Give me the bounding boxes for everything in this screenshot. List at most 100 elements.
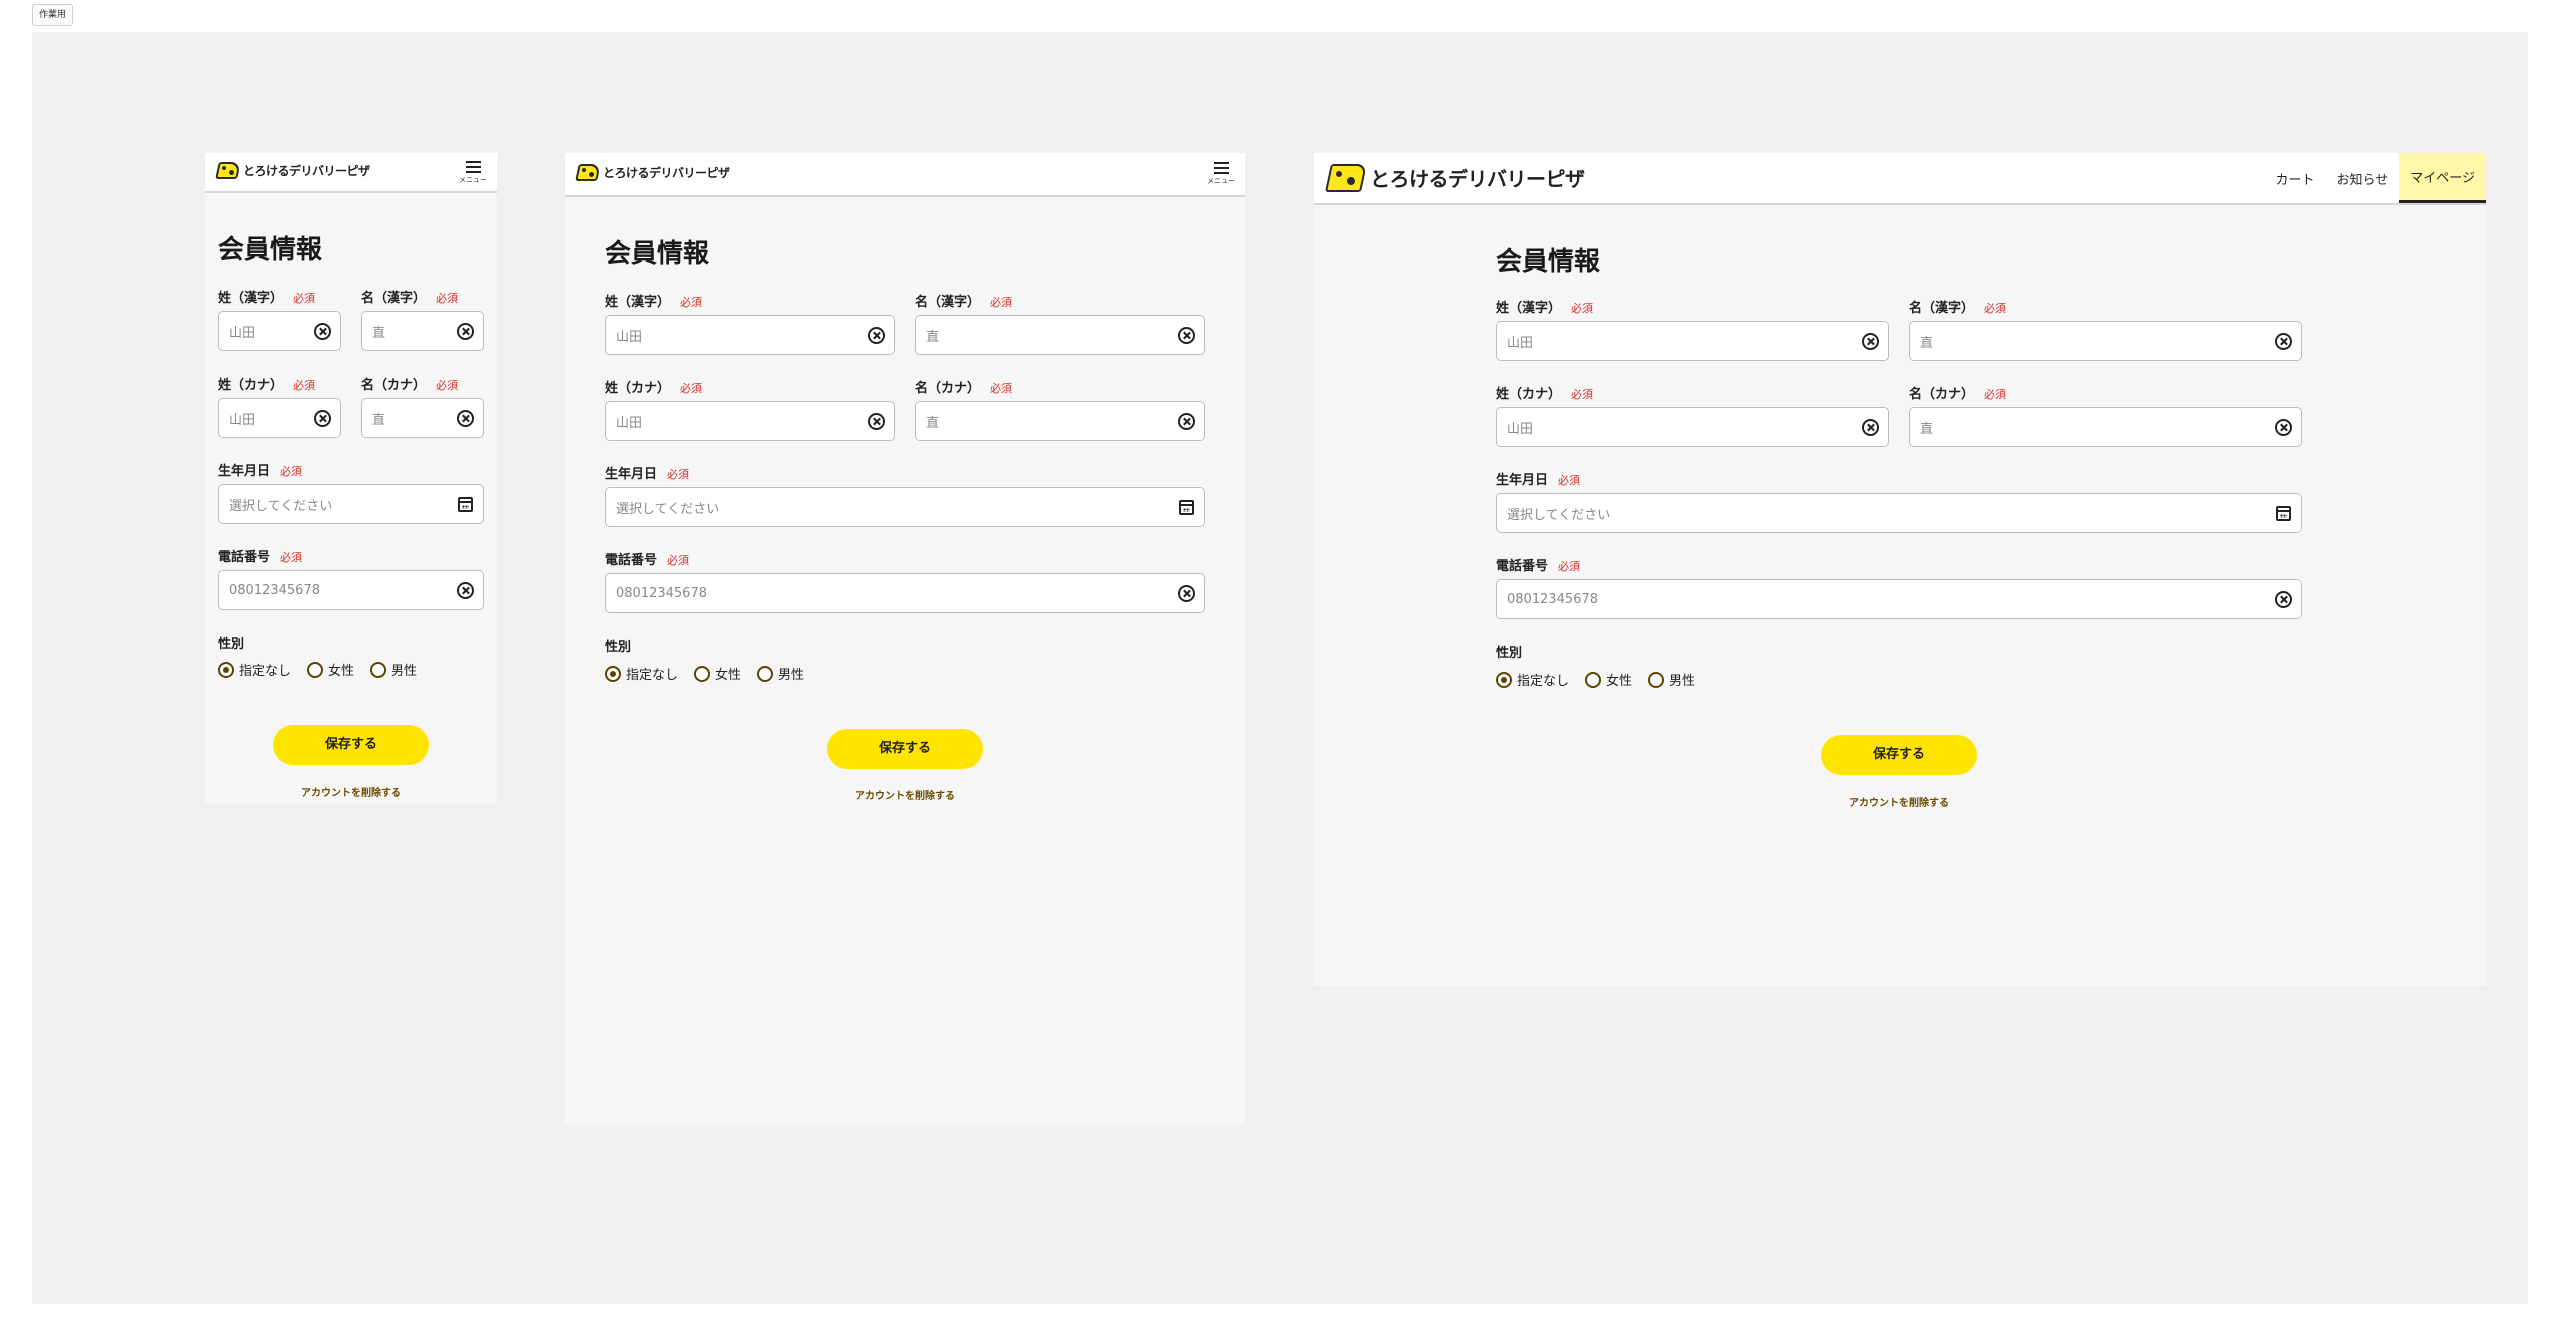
first-name-kanji-input[interactable]: 直 xyxy=(915,315,1205,355)
last-name-kanji-input[interactable]: 山田 xyxy=(605,315,895,355)
first-name-kanji-input[interactable]: 直 xyxy=(361,311,484,351)
gender-label: 性別 xyxy=(605,640,632,655)
clear-icon[interactable] xyxy=(1178,413,1195,430)
clear-icon[interactable] xyxy=(457,410,474,427)
phone-input[interactable]: 08012345678 xyxy=(218,570,484,610)
menu-button[interactable]: メニュー xyxy=(1207,162,1235,186)
delete-account-link[interactable]: アカウントを削除する xyxy=(301,784,401,799)
last-name-kanji-input[interactable]: 山田 xyxy=(1496,321,1889,361)
required-badge: 必須 xyxy=(280,465,303,478)
page-title: 会員情報 xyxy=(1496,247,1601,277)
last-name-kana-input[interactable]: 山田 xyxy=(218,398,341,438)
clear-icon[interactable] xyxy=(2275,419,2292,436)
required-badge: 必須 xyxy=(436,292,459,305)
calendar-icon[interactable] xyxy=(2276,506,2291,521)
clear-icon[interactable] xyxy=(314,323,331,340)
gender-label: 性別 xyxy=(1496,646,1523,661)
calendar-icon[interactable] xyxy=(1179,500,1194,515)
clear-icon[interactable] xyxy=(314,410,331,427)
clear-icon[interactable] xyxy=(1862,419,1879,436)
clear-icon[interactable] xyxy=(868,327,885,344)
first-name-kana-input[interactable]: 直 xyxy=(1909,407,2302,447)
radio-checked-icon xyxy=(605,665,621,682)
clear-icon[interactable] xyxy=(457,323,474,340)
required-badge: 必須 xyxy=(680,296,703,309)
member-form: 会員情報 姓（漢字） 必須 名（漢字） 必須 山田 直 姓（カナ） 必須 名（カナ）必… xyxy=(218,153,484,804)
first-name-kanji-label: 名（漢字） 必須 xyxy=(915,295,1013,310)
first-name-kanji-input[interactable]: 直 xyxy=(1909,321,2302,361)
required-badge: 必須 xyxy=(436,379,459,392)
clear-icon[interactable] xyxy=(2275,591,2292,608)
required-badge: 必須 xyxy=(1558,560,1581,573)
gender-radio-female[interactable]: 女性 xyxy=(1585,670,1632,689)
birthday-input[interactable]: 選択してください xyxy=(1496,493,2302,533)
last-name-kana-label: 姓（カナ） 必須 xyxy=(218,378,316,393)
clear-icon[interactable] xyxy=(2275,333,2292,350)
phone-input[interactable]: 08012345678 xyxy=(605,573,1205,613)
gender-radio-unspecified[interactable]: 指定なし xyxy=(605,664,678,683)
clear-icon[interactable] xyxy=(1178,327,1195,344)
nav-item-mypage[interactable]: マイページ xyxy=(2399,153,2486,203)
gender-radio-male[interactable]: 男性 xyxy=(1648,670,1695,689)
last-name-kana-input[interactable]: 山田 xyxy=(1496,407,1889,447)
radio-unchecked-icon xyxy=(694,665,711,682)
delete-account-link[interactable]: アカウントを削除する xyxy=(1849,794,1949,809)
required-badge: 必須 xyxy=(680,382,703,395)
gender-radio-female[interactable]: 女性 xyxy=(307,660,354,679)
last-name-kana-input[interactable]: 山田 xyxy=(605,401,895,441)
required-badge: 必須 xyxy=(990,296,1013,309)
clear-icon[interactable] xyxy=(1862,333,1879,350)
gender-radio-group: 指定なし 女性 男性 xyxy=(1496,670,1695,689)
menu-label: メニュー xyxy=(1207,177,1235,185)
delete-account-link[interactable]: アカウントを削除する xyxy=(855,787,955,802)
phone-label: 電話番号 必須 xyxy=(218,550,303,565)
mobile-frame: とろけるデリバリーピザ メニュー 会員情報 姓（漢字） 必須 名（漢字） 必須 山田… xyxy=(205,153,497,804)
hamburger-icon xyxy=(1213,162,1229,174)
page-title: 会員情報 xyxy=(605,239,710,269)
last-name-kanji-label: 姓（漢字） 必須 xyxy=(1496,301,1594,316)
birthday-input[interactable]: 選択してください xyxy=(218,484,484,524)
last-name-kanji-label: 姓（漢字） 必須 xyxy=(605,295,703,310)
radio-checked-icon xyxy=(218,661,234,678)
first-name-kana-input[interactable]: 直 xyxy=(915,401,1205,441)
gender-radio-unspecified[interactable]: 指定なし xyxy=(1496,670,1569,689)
required-badge: 必須 xyxy=(1571,302,1594,315)
cheese-logo-icon xyxy=(575,164,601,181)
desktop-frame: とろけるデリバリーピザ カート お知らせ マイページ 会員情報 姓（漢字） 必須 … xyxy=(1314,153,2486,986)
tablet-frame: とろけるデリバリーピザ メニュー 会員情報 姓（漢字） 必須 名（漢字） 必須 山田… xyxy=(565,153,1245,1125)
phone-label: 電話番号 必須 xyxy=(1496,559,1581,574)
radio-unchecked-icon xyxy=(757,665,774,682)
calendar-icon[interactable] xyxy=(458,497,473,512)
radio-unchecked-icon xyxy=(1585,671,1602,688)
gender-radio-unspecified[interactable]: 指定なし xyxy=(218,660,291,679)
design-canvas: とろけるデリバリーピザ メニュー 会員情報 姓（漢字） 必須 名（漢字） 必須 山田… xyxy=(32,32,2528,1304)
first-name-kanji-label: 名（漢字） 必須 xyxy=(1909,301,2007,316)
member-form: 会員情報 姓（漢字） 必須 名（漢字） 必須 山田 直 姓（カナ） 必須 名（カナ）必… xyxy=(1496,153,2302,986)
clear-icon[interactable] xyxy=(457,582,474,599)
phone-input[interactable]: 08012345678 xyxy=(1496,579,2302,619)
gender-radio-group: 指定なし 女性 男性 xyxy=(605,664,804,683)
birthday-label: 生年月日 必須 xyxy=(605,467,690,482)
gender-radio-female[interactable]: 女性 xyxy=(694,664,741,683)
gender-radio-male[interactable]: 男性 xyxy=(757,664,804,683)
last-name-kana-label: 姓（カナ） 必須 xyxy=(1496,387,1594,402)
last-name-kanji-label: 姓（漢字） 必須 xyxy=(218,291,316,306)
gender-label: 性別 xyxy=(218,637,245,652)
clear-icon[interactable] xyxy=(1178,585,1195,602)
save-button[interactable]: 保存する xyxy=(273,725,429,765)
nav-item-news[interactable]: お知らせ xyxy=(2326,153,2400,203)
birthday-input[interactable]: 選択してください xyxy=(605,487,1205,527)
gender-radio-male[interactable]: 男性 xyxy=(370,660,417,679)
first-name-kana-label: 名（カナ） 必須 xyxy=(361,378,459,393)
work-label-badge: 作業用 xyxy=(32,4,74,26)
last-name-kanji-input[interactable]: 山田 xyxy=(218,311,341,351)
required-badge: 必須 xyxy=(280,551,303,564)
first-name-kana-input[interactable]: 直 xyxy=(361,398,484,438)
page-title: 会員情報 xyxy=(218,235,323,265)
save-button[interactable]: 保存する xyxy=(1821,735,1977,775)
required-badge: 必須 xyxy=(293,292,316,305)
radio-unchecked-icon xyxy=(1648,671,1665,688)
first-name-kana-label: 名（カナ） 必須 xyxy=(1909,387,2007,402)
save-button[interactable]: 保存する xyxy=(827,729,983,769)
clear-icon[interactable] xyxy=(868,413,885,430)
